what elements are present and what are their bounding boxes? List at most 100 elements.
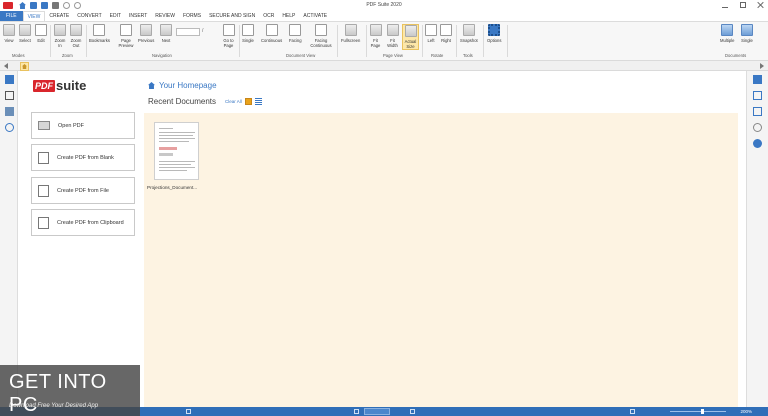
facing-icon bbox=[289, 24, 302, 36]
single-window-icon bbox=[741, 24, 753, 36]
text-select-icon bbox=[19, 24, 31, 36]
next-button[interactable]: Next bbox=[160, 24, 172, 43]
close-icon[interactable] bbox=[758, 2, 764, 8]
scroll-left-icon[interactable] bbox=[4, 63, 8, 69]
window-title: PDF Suite 2020 bbox=[366, 2, 402, 8]
wrench-icon[interactable] bbox=[753, 75, 762, 84]
go-to-page-icon bbox=[222, 24, 235, 36]
create-blank-button[interactable]: Create PDF from Blank bbox=[31, 144, 135, 171]
tab-create[interactable]: CREATE bbox=[45, 11, 73, 21]
maximize-icon[interactable] bbox=[740, 2, 746, 8]
thumbnails-icon[interactable] bbox=[5, 75, 14, 84]
recent-document-thumbnail[interactable] bbox=[154, 122, 199, 180]
fit-icon[interactable] bbox=[630, 409, 635, 414]
arrow-right-icon bbox=[160, 24, 172, 36]
fit-width-button[interactable]: Fit Width bbox=[386, 24, 399, 48]
minimize-icon[interactable] bbox=[722, 2, 728, 8]
tab-convert[interactable]: CONVERT bbox=[73, 11, 105, 21]
multiple-documents-button[interactable]: Multiple bbox=[720, 24, 734, 43]
clear-all-link[interactable]: Clear All bbox=[225, 99, 242, 104]
zoom-slider-knob[interactable] bbox=[701, 409, 704, 414]
facing-continuous-button[interactable]: Facing Continuous bbox=[308, 24, 334, 48]
pdf-suite-logo: PDF suite bbox=[33, 78, 86, 93]
multiple-windows-icon bbox=[721, 24, 734, 36]
document-tab-bar bbox=[0, 61, 768, 71]
bookmarks-button[interactable]: Bookmarks bbox=[89, 24, 110, 43]
rotate-left-icon bbox=[425, 24, 437, 36]
single-label: Single bbox=[242, 38, 254, 43]
home-tab[interactable] bbox=[20, 62, 29, 71]
home-icon bbox=[22, 64, 27, 69]
first-page-icon[interactable] bbox=[354, 409, 359, 414]
ribbon: View Select Edit Zoom In Zoom Out Bookma… bbox=[0, 22, 768, 61]
facing-continuous-icon bbox=[315, 24, 327, 36]
create-from-clipboard-button[interactable]: Create PDF from Clipboard bbox=[31, 209, 135, 236]
multiple-label: Multiple bbox=[720, 38, 735, 43]
zoom-slider[interactable] bbox=[670, 411, 726, 412]
compare-icon[interactable] bbox=[753, 91, 762, 100]
next-label: Next bbox=[161, 38, 171, 43]
open-pdf-button[interactable]: Open PDF bbox=[31, 112, 135, 139]
select-label: Select bbox=[19, 38, 31, 43]
home-icon bbox=[148, 82, 155, 89]
actual-size-icon bbox=[404, 25, 417, 37]
single-document-button[interactable]: Single bbox=[741, 24, 753, 43]
snapshot-button[interactable]: Snapshot bbox=[460, 24, 478, 43]
group-label-rotate: Rotate bbox=[431, 53, 444, 58]
export-icon[interactable] bbox=[753, 107, 762, 116]
view-button[interactable]: View bbox=[3, 24, 15, 43]
tab-edit[interactable]: EDIT bbox=[106, 11, 125, 21]
select-button[interactable]: Select bbox=[19, 24, 31, 43]
camera-icon bbox=[462, 24, 475, 36]
layers-icon[interactable] bbox=[5, 107, 14, 116]
zoom-in-button[interactable]: Zoom In bbox=[54, 24, 66, 48]
page-field[interactable] bbox=[364, 408, 390, 415]
edit-button[interactable]: Edit bbox=[35, 24, 47, 43]
tab-view[interactable]: VIEW bbox=[22, 11, 46, 21]
page-number-input[interactable] bbox=[176, 28, 200, 36]
continuous-button[interactable]: Continuous bbox=[261, 24, 282, 43]
left-side-panel bbox=[0, 71, 18, 407]
snapshot-label: Snapshot bbox=[460, 38, 478, 43]
list-view-icon[interactable] bbox=[254, 98, 262, 105]
search-icon[interactable] bbox=[186, 409, 191, 414]
badge-icon[interactable] bbox=[753, 139, 762, 148]
tab-insert[interactable]: INSERT bbox=[125, 11, 151, 21]
tab-review[interactable]: REVIEW bbox=[151, 11, 179, 21]
scroll-right-icon[interactable] bbox=[760, 63, 764, 69]
rotate-left-button[interactable]: Left bbox=[425, 24, 437, 43]
zoom-level[interactable]: 200% bbox=[740, 409, 752, 414]
facing-button[interactable]: Facing bbox=[289, 24, 302, 43]
group-label-zoom: Zoom bbox=[62, 53, 73, 58]
options-button[interactable]: Options bbox=[487, 24, 501, 43]
next-page-icon[interactable] bbox=[410, 409, 415, 414]
options-label: Options bbox=[487, 38, 502, 43]
page-preview-button[interactable]: Page Preview bbox=[116, 24, 136, 48]
tab-activate[interactable]: ACTIVATE bbox=[299, 11, 331, 21]
fullscreen-button[interactable]: Fullscreen bbox=[341, 24, 360, 43]
tab-secure-and-sign[interactable]: SECURE AND SIGN bbox=[205, 11, 259, 21]
fullscreen-label: Fullscreen bbox=[341, 38, 361, 43]
rotate-right-button[interactable]: Right bbox=[440, 24, 452, 43]
window-controls bbox=[722, 2, 764, 8]
go-to-page-button[interactable]: Go to Page bbox=[221, 24, 236, 48]
create-from-file-button[interactable]: Create PDF from File bbox=[31, 177, 135, 204]
single-button[interactable]: Single bbox=[242, 24, 254, 43]
tab-ocr[interactable]: OCR bbox=[259, 11, 278, 21]
tab-forms[interactable]: FORMS bbox=[179, 11, 205, 21]
attachment-icon[interactable] bbox=[753, 123, 762, 132]
actual-size-button[interactable]: Actual Size bbox=[402, 24, 419, 50]
facing-continuous-label: Facing Continuous bbox=[310, 38, 332, 48]
view-label: View bbox=[4, 38, 14, 43]
link-icon[interactable] bbox=[5, 123, 14, 132]
fit-page-button[interactable]: Fit Page bbox=[369, 24, 382, 48]
zoom-out-button[interactable]: Zoom Out bbox=[70, 24, 82, 48]
create-from-file-label: Create PDF from File bbox=[57, 187, 109, 194]
previous-button[interactable]: Previous bbox=[138, 24, 154, 43]
recent-document-name[interactable]: Projections_Document... bbox=[147, 185, 207, 190]
bookmark-panel-icon[interactable] bbox=[5, 91, 14, 100]
zoom-in-label: Zoom In bbox=[54, 38, 66, 48]
tab-file[interactable]: FILE bbox=[0, 11, 23, 21]
grid-view-icon[interactable] bbox=[244, 98, 252, 105]
tab-help[interactable]: HELP bbox=[278, 11, 299, 21]
